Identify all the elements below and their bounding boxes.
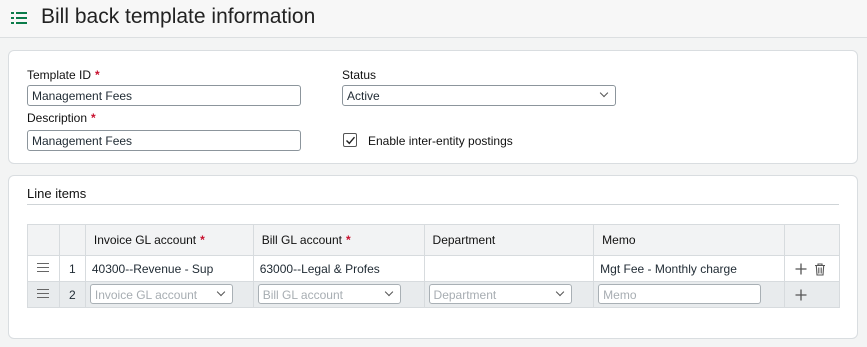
line-items-card: Line items Invoice GL account * Bill GL a… — [8, 175, 858, 339]
trash-icon[interactable] — [814, 263, 826, 276]
chevron-down-icon — [384, 287, 393, 297]
chevron-down-icon — [555, 287, 564, 297]
status-label: Status — [342, 68, 377, 82]
template-id-label: Template ID * — [27, 68, 100, 82]
inter-entity-label: Enable inter-entity postings — [368, 134, 513, 148]
bill-gl-cell: Bill GL account — [252, 281, 425, 308]
table-row: 1 40300--Revenue - Sup 63000--Legal & Pr… — [27, 255, 840, 282]
status-select[interactable]: Active — [342, 85, 616, 106]
memo-cell[interactable]: Mgt Fee - Monthly charge — [593, 255, 785, 282]
col-header-drag — [27, 224, 60, 256]
menu-list-icon[interactable] — [11, 11, 27, 25]
col-header-num — [58, 224, 86, 256]
row-number: 1 — [58, 255, 86, 282]
drag-handle-icon[interactable] — [27, 281, 60, 308]
plus-icon[interactable] — [795, 289, 807, 301]
row-number: 2 — [58, 281, 86, 308]
memo-cell: Memo — [593, 281, 785, 308]
description-input[interactable]: Management Fees — [27, 130, 301, 151]
department-select[interactable]: Department — [428, 284, 572, 304]
section-divider — [27, 204, 839, 205]
bill-gl-select[interactable]: Bill GL account — [257, 284, 401, 304]
bill-gl-cell[interactable]: 63000--Legal & Profes — [252, 255, 425, 282]
line-items-title: Line items — [27, 186, 87, 201]
drag-handle-icon[interactable] — [27, 255, 60, 282]
memo-input[interactable]: Memo — [598, 284, 762, 304]
col-header-invoice-gl: Invoice GL account * — [84, 224, 254, 256]
inter-entity-checkbox[interactable] — [343, 133, 357, 147]
department-cell[interactable] — [423, 255, 595, 282]
description-label: Description * — [27, 111, 96, 125]
template-id-input[interactable]: Management Fees — [27, 85, 301, 106]
page-title: Bill back template information — [41, 5, 316, 28]
chevron-down-icon — [216, 287, 226, 297]
col-header-actions — [784, 224, 840, 256]
status-value: Active — [347, 89, 380, 103]
col-header-memo: Memo — [593, 224, 785, 256]
grid-header-row: Invoice GL account * Bill GL account * Dep… — [27, 224, 840, 256]
template-form-card: Template ID * Management Fees Description… — [8, 50, 858, 164]
invoice-gl-cell[interactable]: 40300--Revenue - Sup — [84, 255, 254, 282]
col-header-bill-gl: Bill GL account * — [252, 224, 425, 256]
line-items-grid: Invoice GL account * Bill GL account * Dep… — [27, 224, 840, 308]
department-cell: Department — [423, 281, 595, 308]
page-header: Bill back template information — [0, 0, 867, 38]
invoice-gl-cell: Invoice GL account — [84, 281, 254, 308]
col-header-department: Department — [423, 224, 595, 256]
row-actions — [784, 255, 840, 282]
row-actions — [784, 281, 840, 308]
checkmark-icon — [346, 136, 356, 145]
chevron-down-icon — [599, 88, 609, 98]
plus-icon[interactable] — [795, 263, 807, 275]
invoice-gl-select[interactable]: Invoice GL account — [89, 284, 233, 304]
table-row: 2 Invoice GL account Bill GL account Dep… — [27, 281, 840, 308]
